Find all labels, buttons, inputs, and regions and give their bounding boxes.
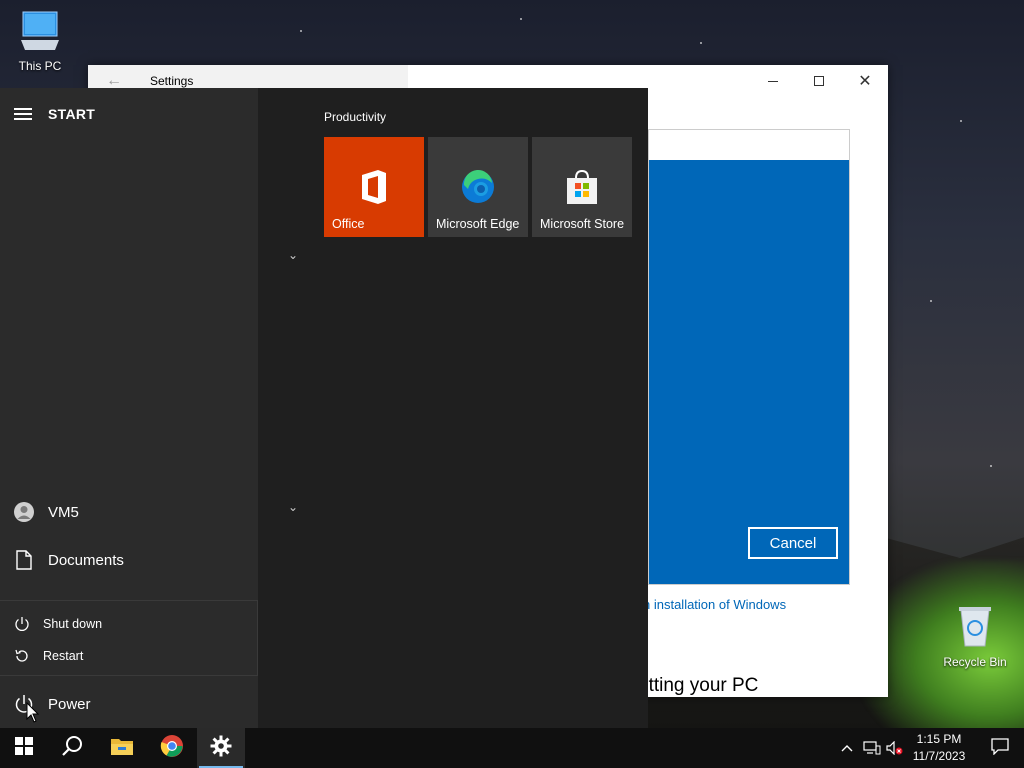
maximize-button[interactable]: [796, 65, 842, 97]
chrome-button[interactable]: [148, 728, 196, 768]
taskbar-clock[interactable]: 1:15 PM 11/7/2023: [906, 731, 972, 765]
power-label: Power: [48, 695, 91, 713]
documents-label: Documents: [48, 551, 124, 569]
minimize-button[interactable]: [750, 65, 796, 97]
action-center-button[interactable]: [976, 728, 1024, 768]
network-icon[interactable]: [860, 741, 884, 755]
restart-label: Restart: [43, 649, 84, 663]
tile-label: Microsoft Edge: [436, 217, 520, 231]
document-icon: [0, 550, 48, 570]
documents-item[interactable]: Documents: [0, 538, 258, 582]
chrome-icon: [160, 734, 184, 763]
hamburger-menu-icon[interactable]: [14, 108, 32, 120]
volume-muted-icon[interactable]: [884, 741, 906, 755]
tiles-area: ⌄ ⌄ Productivity Office Microsoft Edge M…: [258, 88, 648, 728]
start-header-label: START: [48, 106, 96, 122]
tile-label: Office: [332, 217, 365, 231]
user-name-label: VM5: [48, 503, 79, 521]
start-menu-header[interactable]: START: [14, 106, 95, 122]
search-button[interactable]: [48, 728, 96, 768]
windows-installation-link[interactable]: n installation of Windows: [643, 597, 786, 612]
restart-option[interactable]: Restart: [0, 641, 256, 671]
microsoft-store-tile[interactable]: Microsoft Store: [532, 137, 632, 237]
maximize-icon: [814, 76, 824, 86]
computer-icon: [0, 10, 80, 55]
tile-label: Microsoft Store: [540, 217, 625, 231]
power-options-flyout: Shut down Restart: [0, 600, 258, 676]
file-explorer-button[interactable]: [98, 728, 146, 768]
taskbar: 1:15 PM 11/7/2023: [0, 728, 1024, 768]
office-icon: [324, 169, 424, 205]
setup-dialog-panel: [649, 160, 849, 584]
chevron-down-icon[interactable]: ⌄: [288, 500, 298, 514]
search-icon: [61, 735, 83, 762]
edge-icon: [428, 169, 528, 205]
window-title: Settings: [150, 74, 194, 88]
settings-button[interactable]: [197, 728, 245, 768]
close-icon: ✕: [858, 73, 872, 90]
desktop-icon-label: Recycle Bin: [943, 655, 1007, 669]
notification-icon: [991, 737, 1009, 760]
clock-time: 1:15 PM: [916, 732, 962, 746]
start-menu: START VM5 Documents Shut down Restart Po…: [0, 88, 648, 728]
start-button[interactable]: [0, 728, 48, 768]
user-avatar-icon: [0, 501, 48, 523]
setup-dialog: [648, 129, 850, 585]
desktop-icon-this-pc[interactable]: This PC: [0, 10, 80, 73]
shut-down-label: Shut down: [43, 617, 103, 631]
desktop-icon-label: This PC: [18, 59, 62, 73]
office-tile[interactable]: Office: [324, 137, 424, 237]
close-button[interactable]: ✕: [842, 65, 888, 97]
recycle-bin-icon: [935, 604, 1015, 651]
tile-group-label: Productivity: [324, 110, 387, 124]
chevron-down-icon[interactable]: ⌄: [288, 248, 298, 262]
restart-icon: [0, 648, 43, 664]
minimize-icon: [768, 80, 778, 82]
shut-down-option[interactable]: Shut down: [0, 609, 256, 639]
power-icon: [0, 616, 43, 632]
microsoft-edge-tile[interactable]: Microsoft Edge: [428, 137, 528, 237]
power-icon: [0, 694, 48, 714]
clock-date: 11/7/2023: [912, 749, 966, 763]
windows-logo-icon: [15, 736, 33, 760]
chevron-up-icon[interactable]: [838, 744, 856, 752]
start-menu-left-pane: START VM5 Documents Shut down Restart Po…: [0, 88, 258, 728]
store-icon: [532, 169, 632, 205]
user-account-item[interactable]: VM5: [0, 490, 258, 534]
system-tray: [838, 728, 906, 768]
desktop-icon-recycle-bin[interactable]: Recycle Bin: [935, 604, 1015, 669]
gear-icon: [210, 735, 232, 762]
mouse-cursor-icon: [26, 702, 40, 723]
folder-icon: [110, 736, 134, 761]
section-heading: etting your PC: [638, 675, 759, 696]
cancel-button[interactable]: Cancel: [748, 527, 838, 559]
